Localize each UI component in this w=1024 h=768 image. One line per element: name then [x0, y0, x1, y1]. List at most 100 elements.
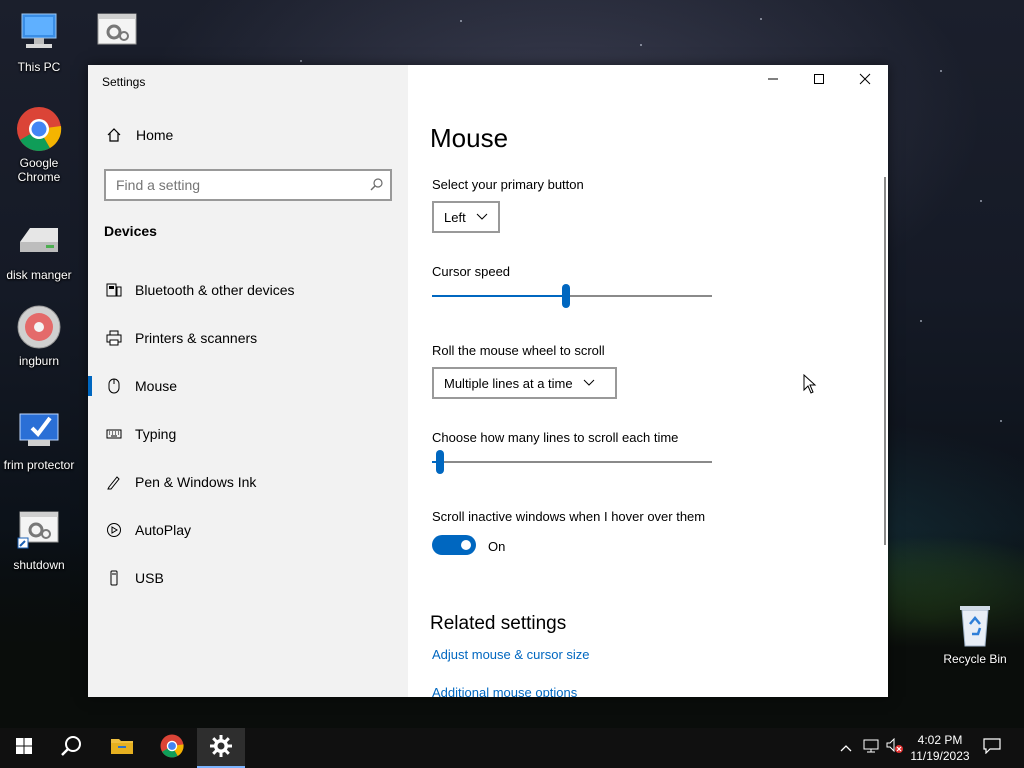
sidebar-item-label: USB: [135, 570, 164, 586]
desktop-icon-label: frim protector: [3, 458, 75, 472]
recycle-bin-icon: [952, 602, 998, 648]
desktop-icon-shutdown[interactable]: shutdown: [0, 508, 78, 572]
sidebar-item-usb[interactable]: USB: [88, 558, 408, 598]
sidebar: Settings Home Devices Bluetooth & other …: [88, 65, 408, 697]
desktop-icon-label: disk manger: [6, 268, 72, 282]
cursor-speed-slider[interactable]: [432, 284, 712, 308]
sidebar-item-label: Home: [136, 127, 174, 143]
keyboard-icon: [104, 426, 124, 442]
autoplay-icon: [104, 522, 124, 538]
scroll-mode-label: Roll the mouse wheel to scroll: [432, 343, 605, 358]
sidebar-item-bluetooth[interactable]: Bluetooth & other devices: [88, 270, 408, 310]
file-explorer-button[interactable]: [98, 728, 146, 768]
sidebar-item-label: Mouse: [135, 378, 178, 394]
clock-date: 11/19/2023: [910, 749, 970, 763]
action-center-button[interactable]: [978, 728, 1006, 768]
search-icon: [61, 735, 83, 762]
desktop-icon-recycle-bin[interactable]: Recycle Bin: [936, 602, 1014, 666]
taskbar-clock[interactable]: 4:02 PM 11/19/2023: [904, 732, 976, 764]
sidebar-item-label: Printers & scanners: [135, 330, 258, 346]
show-hidden-icons-button[interactable]: [836, 728, 856, 768]
desktop-icon-google-chrome[interactable]: Google Chrome: [0, 106, 78, 184]
desktop-icon-label: ingburn: [18, 354, 60, 368]
desktop-icon-label: shutdown: [13, 558, 65, 572]
desktop-icon-label: Google Chrome: [17, 156, 61, 184]
clock-time: 4:02 PM: [917, 733, 963, 747]
desktop-icon-this-pc[interactable]: This PC: [0, 10, 78, 74]
start-button[interactable]: [0, 728, 48, 768]
chevron-up-icon: [840, 739, 852, 757]
mouse-pointer-icon: [803, 373, 817, 399]
scrollbar[interactable]: [884, 177, 886, 545]
link-adjust-mouse-cursor-size[interactable]: Adjust mouse & cursor size: [432, 647, 590, 662]
settings-taskbar-button[interactable]: [197, 728, 245, 768]
dropdown-value: Left: [444, 209, 466, 225]
desktop-icon-disk-manger[interactable]: disk manger: [0, 218, 78, 282]
lines-to-scroll-slider[interactable]: [432, 450, 712, 474]
search-icon[interactable]: [370, 177, 384, 196]
hard-drive-icon: [16, 218, 62, 264]
usb-icon: [104, 570, 124, 586]
desktop-icon-label: Recycle Bin: [943, 652, 1007, 666]
dropdown-value: Multiple lines at a time: [444, 375, 573, 391]
sidebar-item-label: AutoPlay: [135, 522, 192, 538]
sidebar-item-label: Typing: [135, 426, 177, 442]
settings-shortcut-icon: [16, 508, 62, 554]
sidebar-item-autoplay[interactable]: AutoPlay: [88, 510, 408, 550]
mouse-icon: [104, 378, 124, 394]
scroll-inactive-label: Scroll inactive windows when I hover ove…: [432, 509, 706, 524]
chrome-icon: [160, 734, 184, 763]
slider-thumb[interactable]: [562, 284, 570, 308]
section-label-devices: Devices: [104, 223, 157, 239]
pen-icon: [104, 474, 124, 490]
volume-tray-button[interactable]: [884, 728, 906, 768]
window-title: Settings: [102, 75, 146, 89]
chevron-down-icon: [583, 379, 595, 387]
sidebar-item-label: Pen & Windows Ink: [135, 474, 257, 490]
primary-button-dropdown[interactable]: Left: [432, 201, 500, 233]
desktop-icon-ingburn[interactable]: ingburn: [0, 304, 78, 368]
desktop-icon-frim-protector[interactable]: frim protector: [0, 408, 78, 472]
gear-icon: [210, 734, 232, 762]
chevron-down-icon: [476, 213, 488, 221]
folder-icon: [110, 736, 134, 761]
link-additional-mouse-options[interactable]: Additional mouse options: [432, 685, 577, 697]
computer-icon: [16, 10, 62, 56]
lines-to-scroll-label: Choose how many lines to scroll each tim…: [432, 430, 679, 445]
chrome-taskbar-button[interactable]: [148, 728, 196, 768]
disc-burner-icon: [16, 304, 62, 350]
slider-thumb[interactable]: [436, 450, 444, 474]
primary-button-label: Select your primary button: [432, 177, 584, 192]
bluetooth-devices-icon: [104, 282, 124, 298]
sidebar-item-printers[interactable]: Printers & scanners: [88, 318, 408, 358]
settings-shortcut-icon: [94, 10, 140, 56]
settings-window: Settings Home Devices Bluetooth & other …: [88, 65, 888, 697]
cursor-speed-label: Cursor speed: [432, 264, 511, 279]
sidebar-item-typing[interactable]: Typing: [88, 414, 408, 454]
printer-icon: [104, 330, 124, 346]
taskbar-search-button[interactable]: [48, 728, 96, 768]
sidebar-item-pen[interactable]: Pen & Windows Ink: [88, 462, 408, 502]
network-icon: [863, 739, 879, 758]
chrome-icon: [16, 106, 62, 152]
volume-muted-icon: [886, 737, 904, 759]
desktop-icon-unnamed[interactable]: [78, 10, 156, 60]
sidebar-item-mouse[interactable]: Mouse: [88, 366, 408, 406]
page-title: Mouse: [430, 123, 509, 153]
network-tray-button[interactable]: [860, 728, 882, 768]
taskbar: 4:02 PM 11/19/2023: [0, 728, 1024, 768]
scroll-mode-dropdown[interactable]: Multiple lines at a time: [432, 367, 617, 399]
notification-icon: [983, 737, 1001, 759]
toggle-state-label: On: [488, 539, 506, 554]
protector-icon: [16, 408, 62, 454]
home-icon: [104, 127, 124, 143]
slider-fill: [432, 295, 566, 297]
search-input[interactable]: [104, 169, 392, 201]
related-settings-title: Related settings: [430, 613, 567, 634]
desktop-icon-label: This PC: [17, 60, 61, 74]
sidebar-item-label: Bluetooth & other devices: [135, 282, 295, 298]
sidebar-item-home[interactable]: Home: [104, 127, 173, 143]
windows-logo-icon: [16, 737, 32, 759]
scroll-inactive-toggle[interactable]: [432, 535, 476, 555]
toggle-knob: [461, 540, 471, 550]
